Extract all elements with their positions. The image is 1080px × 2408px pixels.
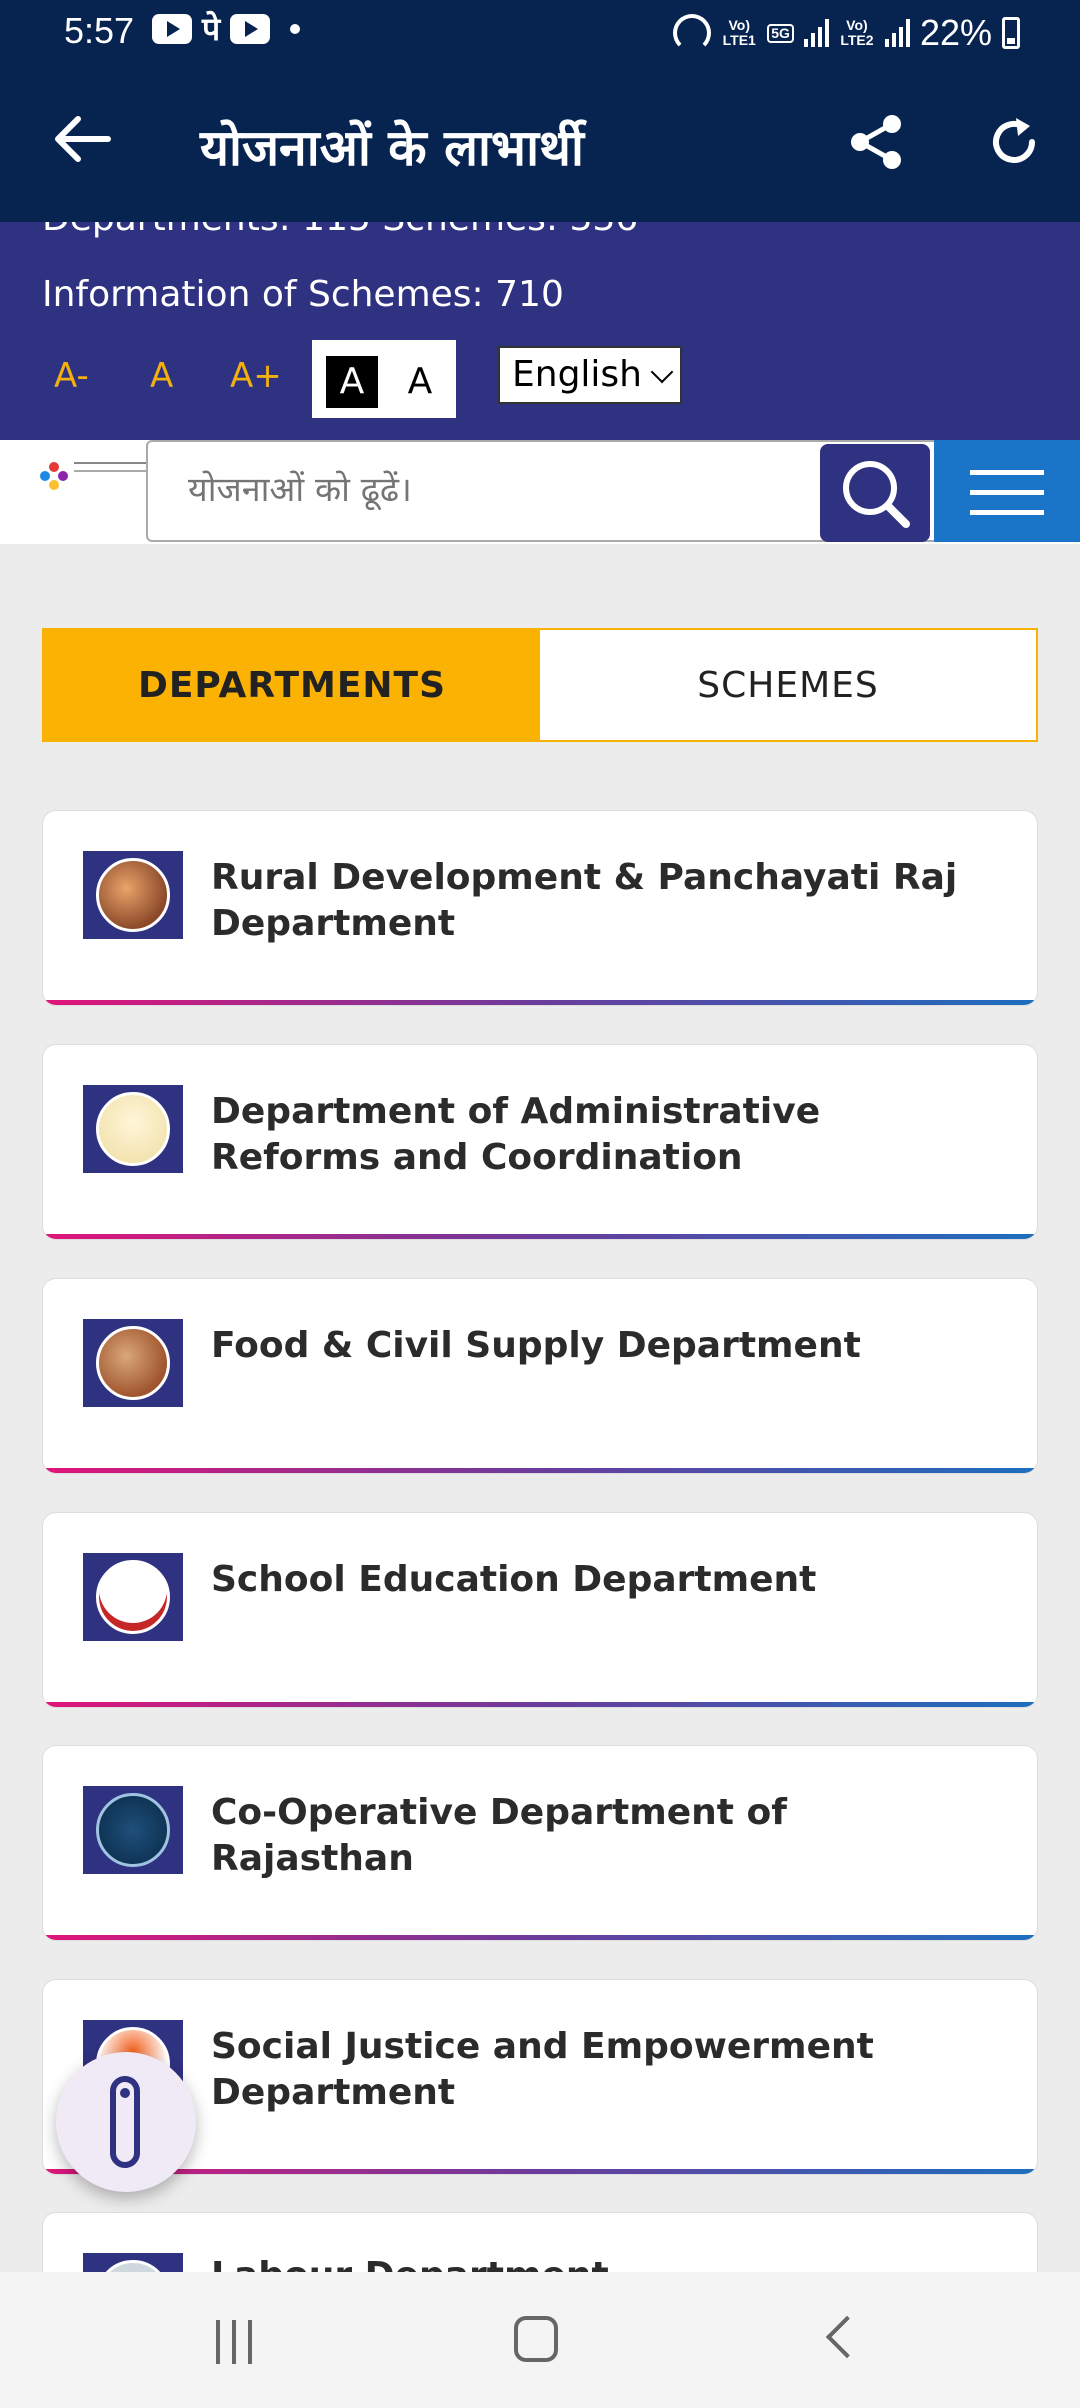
font-normal-button[interactable]: A <box>150 356 173 396</box>
network-lte2-icon: Vo) LTE2 <box>840 17 874 48</box>
signal-icon <box>803 19 829 47</box>
youtube-icon <box>230 14 271 44</box>
battery-percent: 22% <box>919 12 992 53</box>
search-icon <box>843 461 910 528</box>
font-increase-button[interactable]: A+ <box>230 356 282 396</box>
refresh-icon[interactable] <box>984 112 1044 172</box>
schemes-information-count: Information of Schemes: 710 <box>42 274 564 315</box>
recent-apps-button[interactable] <box>212 2320 256 2364</box>
back-arrow-icon[interactable] <box>52 114 112 164</box>
tab-schemes[interactable]: SCHEMES <box>540 630 1036 740</box>
battery-icon <box>1002 17 1020 49</box>
page-title: योजनाओं के लाभार्थी <box>200 119 584 177</box>
notification-icons: पे <box>152 10 301 48</box>
status-time: 5:57 <box>64 10 135 51</box>
department-card[interactable]: Co-Operative Department of Rajasthan <box>42 1745 1038 1941</box>
language-value: English <box>512 354 642 395</box>
logo-text <box>74 462 148 464</box>
info-icon <box>110 2076 140 2168</box>
hotspot-icon <box>673 14 712 52</box>
department-name: Co-Operative Department of Rajasthan <box>211 1792 787 1879</box>
hamburger-icon <box>970 470 1044 475</box>
department-name: Department of Administrative Reforms and… <box>211 1091 821 1178</box>
logo-flower-icon <box>40 462 68 490</box>
department-card[interactable]: Food & Civil Supply Department <box>42 1278 1038 1474</box>
department-name: Social Justice and Empowerment Departmen… <box>211 2026 874 2113</box>
shala-darpan-icon <box>96 1560 170 1634</box>
share-icon[interactable] <box>846 112 906 172</box>
network-lte1-icon: Vo) LTE1 <box>722 17 756 48</box>
chevron-down-icon <box>650 360 674 384</box>
administrative-reforms-icon <box>96 1092 170 1166</box>
department-name: Food & Civil Supply Department <box>211 1325 861 1366</box>
department-card[interactable]: Department of Administrative Reforms and… <box>42 1044 1038 1240</box>
info-panel: Departments: 115 Schemes: 336 Informatio… <box>0 222 1080 440</box>
search-input[interactable] <box>188 470 788 510</box>
department-name: School Education Department <box>211 1559 817 1600</box>
back-button[interactable] <box>825 2315 869 2359</box>
dark-contrast-button[interactable]: A <box>326 356 378 408</box>
youtube-icon <box>152 14 192 44</box>
jan-soochna-logo <box>40 458 148 492</box>
food-supply-icon <box>96 1326 170 1400</box>
language-select[interactable]: English <box>498 346 682 404</box>
menu-button[interactable] <box>934 440 1080 542</box>
system-icons: Vo) LTE1 5G Vo) LTE2 22% <box>673 12 1020 54</box>
more-notifications-icon <box>290 24 301 34</box>
department-card[interactable]: School Education Department <box>42 1512 1038 1708</box>
network-5g-icon: 5G <box>767 23 794 43</box>
cooperative-icon <box>96 1793 170 1867</box>
font-decrease-button[interactable]: A- <box>54 356 89 396</box>
signal-icon <box>884 19 910 47</box>
light-contrast-button[interactable]: A <box>394 356 446 408</box>
phonepe-icon: पे <box>202 10 221 48</box>
rural-development-icon <box>96 858 170 932</box>
system-nav-bar <box>0 2272 1080 2408</box>
home-button[interactable] <box>514 2316 558 2362</box>
tab-bar: DEPARTMENTS SCHEMES <box>42 628 1038 742</box>
info-fab-button[interactable] <box>56 2052 196 2192</box>
department-name: Rural Development & Panchayati Raj Depar… <box>211 857 958 944</box>
search-button[interactable] <box>820 444 930 542</box>
app-bar: योजनाओं के लाभार्थी <box>0 66 1080 222</box>
contrast-toggle: A A <box>312 340 456 418</box>
departments-schemes-count: Departments: 115 Schemes: 336 <box>42 222 638 239</box>
tab-departments[interactable]: DEPARTMENTS <box>44 630 540 740</box>
status-bar: 5:57 पे Vo) LTE1 5G Vo) LTE2 22% <box>0 0 1080 66</box>
department-card[interactable]: Rural Development & Panchayati Raj Depar… <box>42 810 1038 1006</box>
